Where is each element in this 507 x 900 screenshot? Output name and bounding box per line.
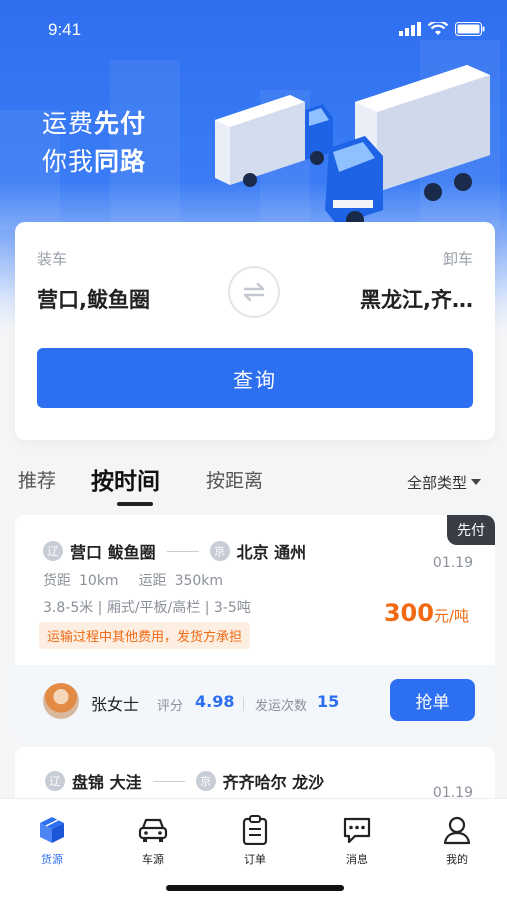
battery-icon xyxy=(455,22,485,36)
route-line: 辽 营口 鲅鱼圈 京 北京 通州 xyxy=(43,539,306,563)
wifi-icon xyxy=(428,22,448,35)
nav-label: 我的 xyxy=(446,853,468,866)
active-tab-indicator xyxy=(117,502,153,506)
origin-city: 盘锦 大洼 xyxy=(72,773,142,792)
shipper-bar: 张女士 评分 4.98 发运次数 15 抢单 xyxy=(15,665,495,737)
order-card[interactable]: 先付 辽 营口 鲅鱼圈 京 北京 通州 货距 10km 运距 350km 01.19 … xyxy=(15,515,495,737)
nav-tab-profile[interactable]: 我的 xyxy=(427,815,487,867)
tab-by-distance[interactable]: 按距离 xyxy=(206,466,263,493)
route-divider xyxy=(152,780,185,782)
prepaid-badge: 先付 xyxy=(447,515,495,545)
shipper-name: 张女士 xyxy=(91,695,140,714)
home-indicator xyxy=(166,885,344,891)
shipments-count: 15 xyxy=(317,692,340,711)
query-button[interactable]: 查询 xyxy=(37,348,473,408)
destination-city: 北京 通州 xyxy=(236,543,307,562)
unload-city-field[interactable]: 黑龙江,齐… xyxy=(360,284,473,314)
avatar xyxy=(43,683,79,719)
grab-order-button[interactable]: 抢单 xyxy=(390,679,475,721)
load-city-field[interactable]: 营口,鲅鱼圈 xyxy=(37,284,150,314)
nav-tab-messages[interactable]: 消息 xyxy=(327,815,387,867)
destination-province-badge: 京 xyxy=(209,541,230,561)
signal-icon xyxy=(399,22,421,36)
cube-icon xyxy=(40,817,64,843)
caret-down-icon xyxy=(471,479,481,485)
nav-label: 货源 xyxy=(41,853,63,866)
fee-note: 运输过程中其他费用，发货方承担 xyxy=(39,622,251,649)
unload-label: 卸车 xyxy=(442,250,473,268)
message-icon xyxy=(343,817,371,844)
slogan-line1: 运费先付 xyxy=(42,109,147,138)
vehicle-spec: 3.8-5米 | 厢式/平板/高栏 | 3-5吨 xyxy=(43,600,251,616)
route-divider xyxy=(166,550,199,552)
nav-label: 订单 xyxy=(244,853,266,866)
order-price: 300元/吨 xyxy=(383,599,469,627)
destination-province-badge: 京 xyxy=(195,771,216,791)
tab-recommend[interactable]: 推荐 xyxy=(18,466,56,493)
nav-tab-cargo[interactable]: 货源 xyxy=(22,815,82,867)
type-filter-dropdown[interactable]: 全部类型 xyxy=(407,472,481,493)
origin-province-badge: 辽 xyxy=(43,541,63,561)
shipments-label: 发运次数 xyxy=(255,699,308,714)
clipboard-icon xyxy=(242,815,268,845)
order-date: 01.19 xyxy=(432,555,473,571)
destination-city: 齐齐哈尔 龙沙 xyxy=(222,773,325,792)
swap-button[interactable] xyxy=(228,266,280,318)
status-time: 9:41 xyxy=(48,20,82,39)
car-icon xyxy=(138,818,168,842)
nav-label: 车源 xyxy=(142,853,164,866)
user-icon xyxy=(443,816,471,845)
divider xyxy=(243,697,244,711)
rating-label: 评分 xyxy=(157,699,184,714)
slogan-line2: 你我同路 xyxy=(42,147,147,176)
swap-icon xyxy=(243,282,265,302)
trucks-illustration xyxy=(215,65,490,229)
origin-city: 营口 鲅鱼圈 xyxy=(70,543,156,562)
origin-province-badge: 辽 xyxy=(45,771,65,791)
route-search-card: 装车 营口,鲅鱼圈 卸车 黑龙江,齐… 查询 xyxy=(15,222,495,440)
tab-by-time[interactable]: 按时间 xyxy=(91,462,160,496)
load-label: 装车 xyxy=(37,250,68,268)
status-icons xyxy=(399,22,485,36)
nav-label: 消息 xyxy=(346,853,368,866)
rating-value: 4.98 xyxy=(195,692,235,711)
route-line: 辽 盘锦 大洼 京 齐齐哈尔 龙沙 xyxy=(45,769,324,793)
distance-info: 货距 10km 运距 350km xyxy=(43,573,224,589)
nav-tab-orders[interactable]: 订单 xyxy=(225,815,285,867)
type-filter-label: 全部类型 xyxy=(406,474,467,492)
nav-tab-vehicles[interactable]: 车源 xyxy=(123,815,183,867)
